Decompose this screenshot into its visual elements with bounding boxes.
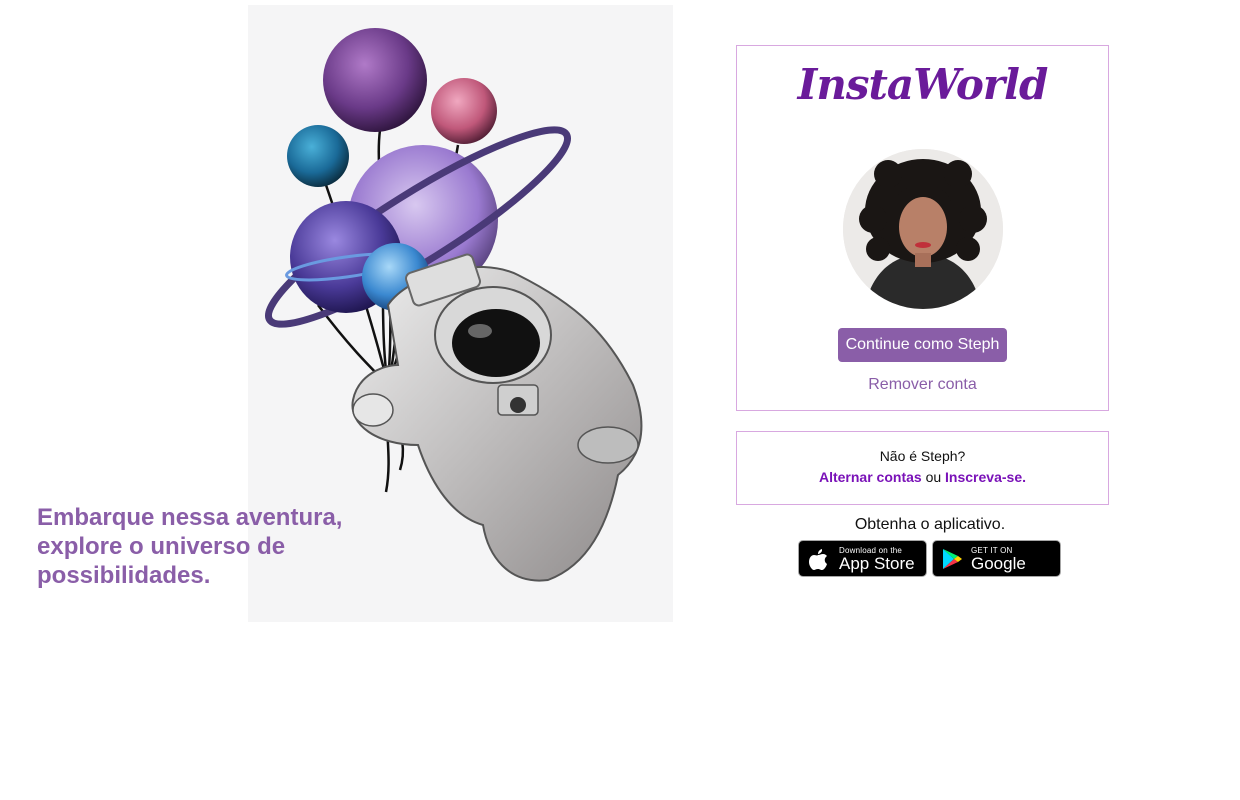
google-play-icon: [941, 547, 963, 576]
remove-account-link[interactable]: Remover conta: [737, 376, 1108, 394]
google-play-badge[interactable]: GET IT ON Google Play: [932, 540, 1061, 593]
continue-as-user-button[interactable]: Continue como Steph: [838, 328, 1007, 362]
switch-accounts-link[interactable]: Alternar contas: [819, 469, 922, 485]
signup-link[interactable]: Inscreva-se.: [945, 469, 1026, 485]
or-text: ou: [925, 469, 942, 485]
hero-tagline: Embarque nessa aventura, explore o unive…: [37, 504, 343, 589]
app-logo: InstaWorld: [797, 60, 1049, 109]
switch-account-card: Não é Steph? Alternar contas ou Inscreva…: [736, 431, 1109, 505]
get-app-text: Obtenha o aplicativo.: [854, 516, 1006, 533]
app-store-big-text: App Store: [839, 554, 915, 573]
google-play-big-text: Google Play: [971, 554, 1026, 593]
profile-photo: [843, 149, 1003, 309]
login-card: InstaWorld Continue como Steph Remover c…: [736, 45, 1109, 411]
avatar: [843, 149, 1003, 309]
apple-icon: [807, 547, 829, 576]
not-user-text: Não é Steph?: [879, 448, 966, 464]
switch-signup-line: Alternar contas ou Inscreva-se.: [737, 469, 1108, 485]
app-store-badge[interactable]: Download on the App Store: [798, 540, 927, 577]
